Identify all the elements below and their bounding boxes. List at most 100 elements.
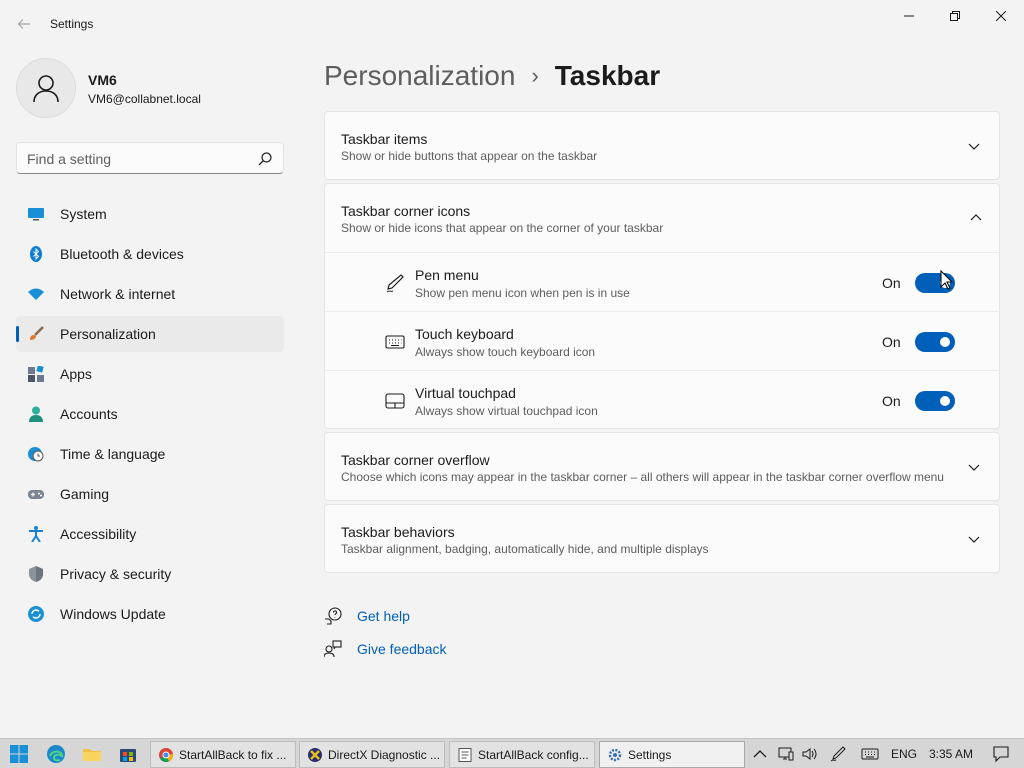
give-feedback-link[interactable]: Give feedback: [324, 638, 447, 660]
get-help-text[interactable]: Get help: [357, 608, 410, 624]
pen-tray-icon[interactable]: [830, 746, 846, 762]
file-explorer-icon[interactable]: [82, 744, 102, 764]
taskbar-corner-overflow-card[interactable]: Taskbar corner overflow Choose which ico…: [324, 432, 1000, 501]
taskbar-corner-icons-card: Taskbar corner icons Show or hide icons …: [324, 183, 1001, 429]
user-email: VM6@collabnet.local: [88, 92, 201, 106]
taskbar-task-startallback[interactable]: StartAllBack config...: [449, 741, 595, 768]
wifi-icon: [28, 288, 44, 300]
pen-icon: [386, 274, 404, 293]
chevron-down-icon[interactable]: [967, 139, 981, 153]
accessibility-icon: [29, 526, 43, 542]
avatar: [16, 58, 76, 118]
clock-globe-icon: [28, 447, 44, 462]
taskbar-task-directx[interactable]: DirectX Diagnostic ...: [299, 741, 445, 768]
shield-icon: [29, 566, 43, 582]
sidebar-item-label: Accounts: [60, 406, 118, 422]
sidebar-item-network[interactable]: Network & internet: [16, 276, 284, 312]
sidebar-item-label: System: [60, 206, 107, 222]
task-label: StartAllBack config...: [478, 747, 589, 762]
language-indicator[interactable]: ENG: [891, 746, 917, 762]
config-icon: [458, 747, 472, 762]
sidebar-item-label: Time & language: [60, 446, 166, 462]
store-icon[interactable]: [118, 744, 138, 764]
monitor-icon: [28, 208, 44, 221]
chevron-down-icon[interactable]: [967, 460, 981, 474]
help-icon: [325, 607, 342, 625]
row-description: Always show virtual touchpad icon: [415, 404, 598, 418]
taskbar-items-card[interactable]: Taskbar items Show or hide buttons that …: [324, 111, 1000, 180]
taskbar-task-settings[interactable]: Settings: [599, 741, 745, 768]
mouse-cursor-icon: [940, 270, 954, 290]
user-profile[interactable]: VM6 VM6@collabnet.local: [16, 58, 286, 118]
breadcrumb-separator: ›: [531, 63, 539, 88]
chevron-up-icon[interactable]: [752, 746, 768, 762]
search-input[interactable]: [27, 150, 247, 168]
volume-icon[interactable]: [802, 746, 818, 762]
breadcrumb-parent[interactable]: Personalization: [324, 60, 515, 92]
close-button[interactable]: [978, 4, 1024, 28]
start-icon[interactable]: [9, 744, 29, 764]
toggle-state-label: On: [882, 393, 901, 409]
corner-icons-header[interactable]: Taskbar corner icons Show or hide icons …: [325, 184, 1001, 252]
minimize-button[interactable]: [886, 4, 932, 28]
sidebar-item-label: Personalization: [60, 326, 156, 342]
notification-icon[interactable]: [992, 745, 1010, 763]
sidebar-item-label: Windows Update: [60, 606, 166, 622]
task-label: StartAllBack to fix ...: [179, 747, 287, 762]
toggle-state-label: On: [882, 334, 901, 350]
task-label: Settings: [628, 747, 672, 762]
search-icon[interactable]: [257, 151, 273, 167]
sidebar-item-accessibility[interactable]: Accessibility: [16, 516, 284, 552]
row-description: Show pen menu icon when pen is in use: [415, 286, 630, 300]
network-tray-icon[interactable]: [778, 746, 794, 762]
toggle-knob: [940, 337, 950, 347]
edge-icon[interactable]: [46, 744, 66, 764]
sidebar-item-personalization[interactable]: Personalization: [16, 316, 284, 352]
chevron-up-icon[interactable]: [969, 211, 983, 225]
search-box[interactable]: [16, 142, 284, 174]
keyboard-icon: [385, 335, 405, 349]
get-help-link[interactable]: Get help: [324, 605, 410, 627]
chevron-down-icon[interactable]: [967, 532, 981, 546]
sidebar-item-time-language[interactable]: Time & language: [16, 436, 284, 472]
taskbar-task-chrome[interactable]: StartAllBack to fix ...: [150, 741, 296, 768]
user-name: VM6: [88, 72, 117, 88]
minimize-icon: [904, 15, 914, 17]
feedback-icon: [324, 640, 342, 658]
restore-button[interactable]: [932, 4, 978, 28]
row-title: Touch keyboard: [415, 326, 514, 342]
page-title: Taskbar: [554, 60, 661, 91]
directx-icon: [308, 747, 322, 762]
touchpad-icon: [385, 393, 405, 409]
back-button[interactable]: [12, 12, 36, 36]
card-description: Choose which icons may appear in the tas…: [341, 470, 944, 484]
sidebar-item-privacy[interactable]: Privacy & security: [16, 556, 284, 592]
taskbar-behaviors-card[interactable]: Taskbar behaviors Taskbar alignment, bad…: [324, 504, 1000, 573]
card-title: Taskbar corner overflow: [341, 452, 490, 468]
person-avatar-icon: [33, 75, 59, 103]
sidebar-item-system[interactable]: System: [16, 196, 284, 232]
update-icon: [28, 606, 44, 622]
touch-keyboard-row: Touch keyboard Always show touch keyboar…: [325, 311, 1001, 370]
sidebar-item-windows-update[interactable]: Windows Update: [16, 596, 284, 632]
title-bar: Settings: [0, 0, 1024, 48]
toggle-state-label: On: [882, 275, 901, 291]
sidebar-item-gaming[interactable]: Gaming: [16, 476, 284, 512]
card-description: Show or hide buttons that appear on the …: [341, 149, 598, 163]
apps-icon: [28, 366, 44, 382]
keyboard-tray-icon[interactable]: [861, 746, 879, 762]
give-feedback-text[interactable]: Give feedback: [357, 641, 447, 657]
touch-keyboard-toggle[interactable]: [915, 332, 955, 352]
person-icon: [29, 406, 43, 422]
sidebar-item-accounts[interactable]: Accounts: [16, 396, 284, 432]
sidebar-item-label: Gaming: [60, 486, 110, 502]
virtual-touchpad-toggle[interactable]: [915, 391, 955, 411]
breadcrumb: Personalization › Taskbar: [324, 58, 660, 94]
sidebar-item-label: Accessibility: [60, 526, 137, 542]
clock[interactable]: 3:35 AM: [929, 746, 973, 762]
sidebar-item-bluetooth[interactable]: Bluetooth & devices: [16, 236, 284, 272]
sidebar-item-label: Privacy & security: [60, 566, 172, 582]
sidebar-item-apps[interactable]: Apps: [16, 356, 284, 392]
sidebar-item-label: Bluetooth & devices: [60, 246, 184, 262]
task-label: DirectX Diagnostic ...: [328, 747, 441, 762]
